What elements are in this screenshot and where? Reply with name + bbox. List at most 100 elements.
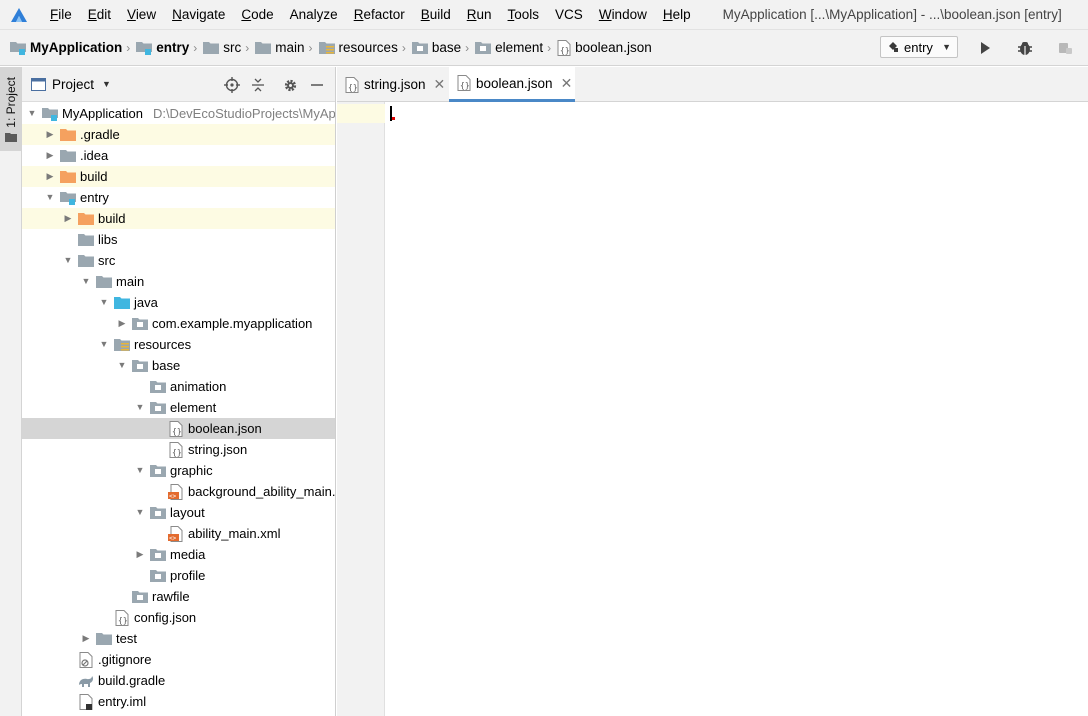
expand-arrow-down-icon[interactable]: ▼ [134,402,146,412]
tree-item-profile[interactable]: profile [22,565,335,586]
tree-item-test[interactable]: ▶ test [22,628,335,649]
breadcrumb-item-main[interactable]: main [255,40,305,55]
menu-window[interactable]: Window [591,7,655,22]
tree-item-background-ability-main-xml[interactable]: <> background_ability_main.xml [22,481,335,502]
menu-vcs[interactable]: VCS [547,7,591,22]
breadcrumb-label: main [275,40,305,55]
expand-arrow-right-icon[interactable]: ▶ [134,549,146,560]
editor-text-area[interactable] [386,102,1088,716]
folder-icon [203,41,220,54]
breadcrumb-item-resources[interactable]: resources [318,40,398,55]
menu-edit[interactable]: Edit [80,7,119,22]
tree-item-ability-main-xml[interactable]: <> ability_main.xml [22,523,335,544]
menu-analyze[interactable]: Analyze [282,7,346,22]
expand-arrow-down-icon[interactable]: ▼ [62,255,74,265]
settings-button[interactable] [281,76,299,94]
menu-mnemonic: N [172,7,182,22]
tree-item-libs[interactable]: libs [22,229,335,250]
expand-arrow-down-icon[interactable]: ▼ [26,108,38,118]
editor-tab-boolean-json[interactable]: {} boolean.json ✕ [449,67,575,102]
menu-file[interactable]: File [42,7,80,22]
debug-button[interactable] [1015,38,1035,58]
project-view-title[interactable]: Project [52,77,94,92]
menu-code[interactable]: Code [233,7,281,22]
tree-item-animation[interactable]: animation [22,376,335,397]
tree-item-idea[interactable]: ▶ .idea [22,145,335,166]
expand-arrow-down-icon[interactable]: ▼ [44,192,56,202]
expand-arrow-right-icon[interactable]: ▶ [62,213,74,224]
breadcrumb-item-base[interactable]: base [411,40,461,55]
tree-item-gitignore[interactable]: .gitignore [22,649,335,670]
breadcrumb-item-src[interactable]: src [203,40,241,55]
expand-arrow-right-icon[interactable]: ▶ [44,129,56,140]
expand-arrow-down-icon[interactable]: ▼ [98,339,110,349]
breadcrumb-item-element[interactable]: element [475,40,543,55]
module-icon [887,41,899,53]
expand-arrow-down-icon[interactable]: ▼ [98,297,110,307]
tree-item-build[interactable]: ▶ build [22,208,335,229]
module-folder-icon [60,190,76,205]
project-panel: Project ▼ ▼ MyApplication D:\DevEcoStudi… [22,67,336,716]
expand-arrow-right-icon[interactable]: ▶ [44,171,56,182]
run-configuration-select[interactable]: entry ▼ [880,36,958,58]
tree-item-boolean-json[interactable]: {} boolean.json [22,418,335,439]
collapse-all-button[interactable] [249,76,267,94]
expand-arrow-down-icon[interactable]: ▼ [134,465,146,475]
package-icon [150,568,166,583]
tree-item-build-gradle[interactable]: build.gradle [22,670,335,691]
attach-debugger-button[interactable] [1055,38,1075,58]
run-button[interactable] [975,38,995,58]
expand-arrow-right-icon[interactable]: ▶ [44,150,56,161]
expand-arrow-right-icon[interactable]: ▶ [116,318,128,329]
menu-navigate[interactable]: Navigate [164,7,233,22]
editor-tab-string-json[interactable]: {} string.json ✕ [337,67,449,102]
tree-item-rawfile[interactable]: rawfile [22,586,335,607]
tree-item-myapplication[interactable]: ▼ MyApplication D:\DevEcoStudioProjects\My… [22,103,335,124]
tree-item-base[interactable]: ▼ base [22,355,335,376]
tree-item-build[interactable]: ▶ build [22,166,335,187]
breadcrumb-label: src [223,40,242,55]
expand-arrow-down-icon[interactable]: ▼ [80,276,92,286]
tree-item-entry-iml[interactable]: entry.iml [22,691,335,712]
tree-item-entry[interactable]: ▼ entry [22,187,335,208]
tree-item-config-json[interactable]: {} config.json [22,607,335,628]
tree-item-text: java [134,295,158,310]
tree-item-media[interactable]: ▶ media [22,544,335,565]
close-icon[interactable]: ✕ [434,76,446,93]
expand-arrow-down-icon[interactable]: ▼ [116,360,128,370]
tree-item-label: boolean.json [188,421,262,436]
tree-item-gradle[interactable]: ▶ .gradle [22,124,335,145]
tree-item-resources[interactable]: ▼ resources [22,334,335,355]
expand-arrow-down-icon[interactable]: ▼ [134,507,146,517]
menu-run[interactable]: Run [459,7,500,22]
menu-view[interactable]: View [119,7,164,22]
hide-panel-button[interactable] [308,76,326,94]
menu-label: ools [514,7,540,22]
menu-refactor[interactable]: Refactor [346,7,413,22]
tree-item-text: config.json [134,610,196,625]
tree-item-com-example-myapplication[interactable]: ▶ com.example.myapplication [22,313,335,334]
breadcrumb-item-myapplication[interactable]: MyApplication [10,40,122,55]
expand-arrow-right-icon[interactable]: ▶ [80,633,92,644]
tree-item-label: rawfile [152,589,190,604]
breadcrumb-item-boolean-json[interactable]: {} boolean.json [557,39,652,56]
tree-item-text: background_ability_main.xml [188,484,335,499]
tree-item-layout[interactable]: ▼ layout [22,502,335,523]
tree-item-graphic[interactable]: ▼ graphic [22,460,335,481]
tree-item-text: boolean.json [188,421,262,436]
tree-item-main[interactable]: ▼ main [22,271,335,292]
close-icon[interactable]: ✕ [561,75,573,92]
tree-item-text: .gitignore [98,652,151,667]
menu-build[interactable]: Build [413,7,459,22]
menu-tools[interactable]: Tools [500,7,548,22]
tree-item-element[interactable]: ▼ element [22,397,335,418]
chevron-down-icon[interactable]: ▼ [102,79,111,89]
tree-item-string-json[interactable]: {} string.json [22,439,335,460]
project-tool-window-button[interactable]: 1: Project [0,67,21,151]
breadcrumb-item-entry[interactable]: entry [136,40,189,55]
menu-help[interactable]: Help [655,7,699,22]
locate-file-button[interactable] [223,76,241,94]
menu-label: indow [611,7,647,22]
tree-item-src[interactable]: ▼ src [22,250,335,271]
tree-item-java[interactable]: ▼ java [22,292,335,313]
